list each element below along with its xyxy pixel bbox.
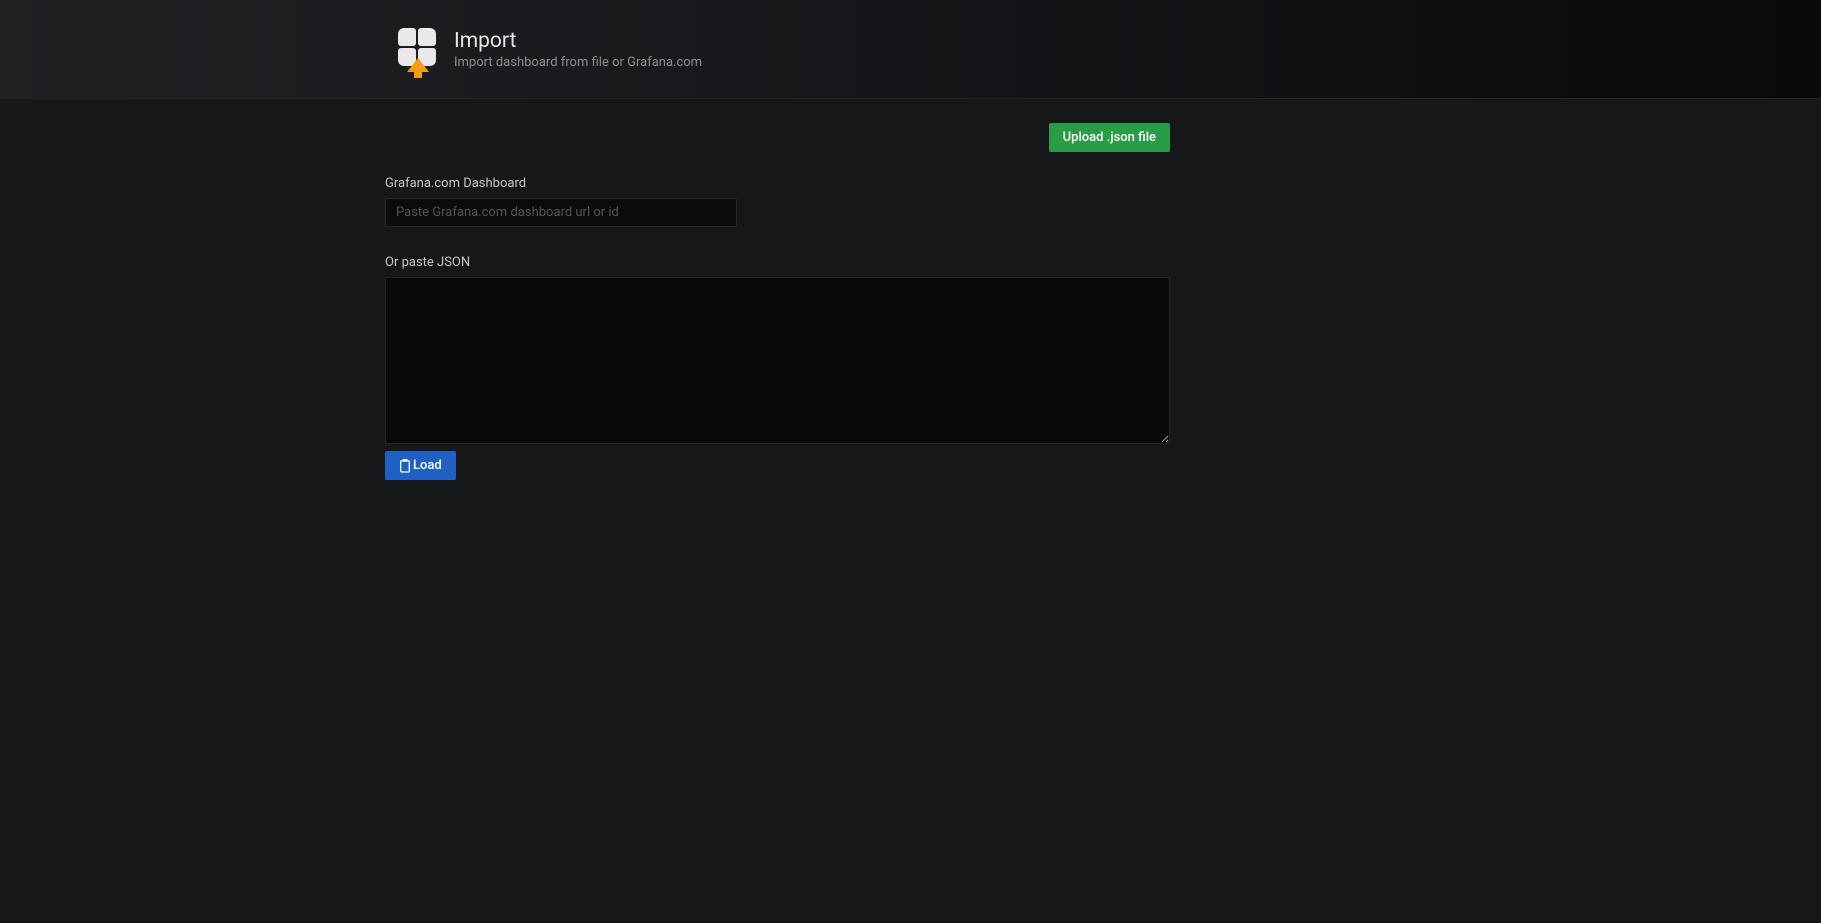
dashboard-url-label: Grafana.com Dashboard	[385, 176, 1170, 191]
upload-button[interactable]: Upload .json file	[1049, 123, 1170, 152]
header-content: Import Import dashboard from file or Gra…	[398, 28, 702, 70]
json-paste-label: Or paste JSON	[385, 255, 1170, 270]
paste-icon	[399, 459, 411, 473]
dashboard-url-input[interactable]	[385, 198, 737, 227]
load-button-label: Load	[413, 458, 442, 473]
page-title: Import	[454, 29, 702, 53]
upload-row: Upload .json file	[385, 123, 1170, 152]
import-icon	[398, 28, 438, 70]
json-paste-section: Or paste JSON Load	[385, 255, 1170, 480]
main-content: Upload .json file Grafana.com Dashboard …	[385, 99, 1170, 480]
header-text: Import Import dashboard from file or Gra…	[454, 29, 702, 70]
load-button[interactable]: Load	[385, 451, 456, 480]
page-subtitle: Import dashboard from file or Grafana.co…	[454, 55, 702, 70]
page-header: Import Import dashboard from file or Gra…	[0, 0, 1821, 99]
dashboard-url-section: Grafana.com Dashboard	[385, 176, 1170, 227]
json-textarea[interactable]	[385, 277, 1170, 444]
